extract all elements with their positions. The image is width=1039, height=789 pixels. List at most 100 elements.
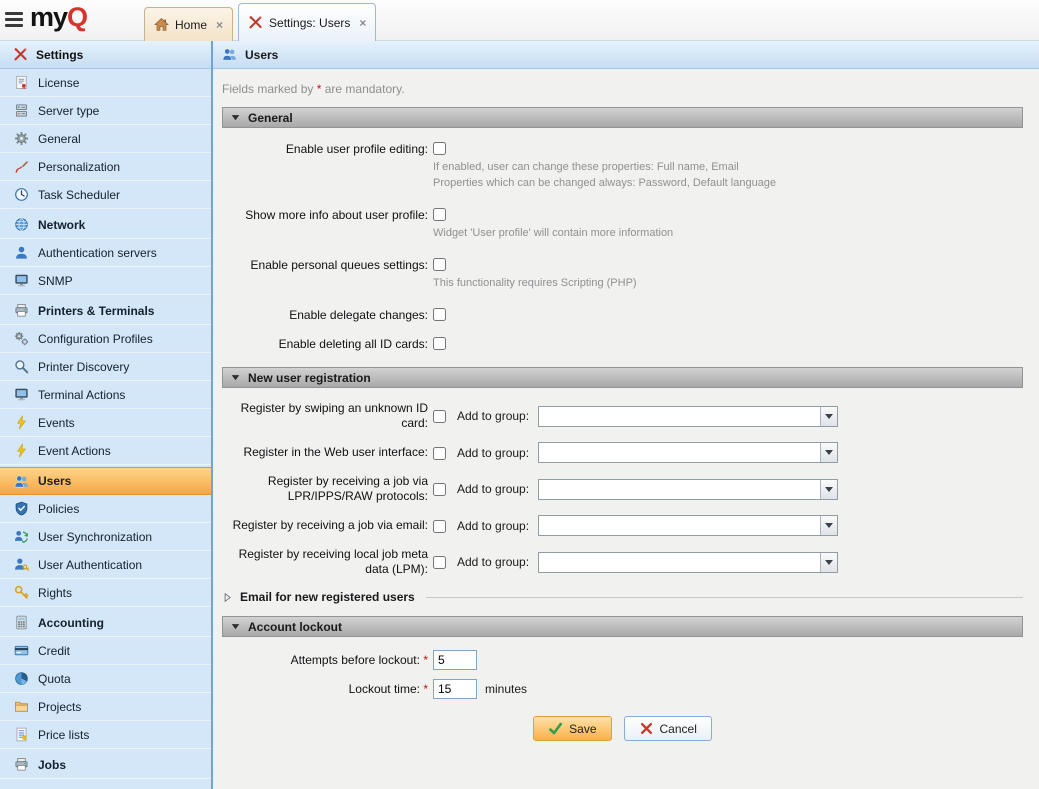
tools-icon — [13, 47, 28, 62]
show-more-info-checkbox[interactable] — [433, 208, 446, 221]
mandatory-note: Fields marked by * are mandatory. — [222, 82, 1023, 96]
register-lpm-group-dropdown[interactable] — [538, 552, 838, 573]
section-header-email-for-new-registered-users[interactable]: Email for new registered users — [222, 590, 1023, 604]
sidebar-item-credit[interactable]: Credit — [0, 637, 211, 665]
form-row: Enable user profile editing: If enabled,… — [222, 141, 1023, 190]
sidebar-item-projects[interactable]: Projects — [0, 693, 211, 721]
chevron-down-icon[interactable] — [820, 443, 837, 462]
sidebar-item-jobs[interactable]: Jobs — [0, 751, 211, 779]
register-web-ui-checkbox[interactable] — [433, 447, 446, 460]
sidebar-item-task-scheduler[interactable]: Task Scheduler — [0, 181, 211, 209]
form-row: Register by swiping an unknown ID card: … — [222, 401, 1023, 431]
sidebar-item-user-synchronization[interactable]: User Synchronization — [0, 523, 211, 551]
sidebar-item-label: Jobs — [38, 758, 66, 772]
sidebar-item-configuration-profiles[interactable]: Configuration Profiles — [0, 325, 211, 353]
sidebar-item-quota[interactable]: Quota — [0, 665, 211, 693]
tab-bar: Home × Settings: Users × — [144, 0, 376, 41]
sidebar-item-server-type[interactable]: Server type — [0, 97, 211, 125]
folder-icon — [14, 699, 29, 714]
sidebar-item-general[interactable]: General — [0, 125, 211, 153]
sidebar-item-price-lists[interactable]: Price lists — [0, 721, 211, 749]
calculator-icon — [14, 615, 29, 630]
sidebar-item-authentication-servers[interactable]: Authentication servers — [0, 239, 211, 267]
section-title: New user registration — [248, 371, 371, 385]
gears-icon — [14, 331, 29, 346]
sidebar-item-printer-discovery[interactable]: Printer Discovery — [0, 353, 211, 381]
sidebar-item-accounting[interactable]: Accounting — [0, 609, 211, 637]
triangle-down-icon — [230, 112, 241, 123]
sidebar-item-printers-terminals[interactable]: Printers & Terminals — [0, 297, 211, 325]
printer-icon — [14, 303, 29, 318]
section-header-general[interactable]: General — [222, 107, 1023, 128]
lockout-time-input[interactable] — [433, 679, 477, 699]
field-label: Register in the Web user interface: — [222, 445, 428, 460]
action-buttons: Save Cancel — [222, 716, 1023, 741]
register-email-checkbox[interactable] — [433, 520, 446, 533]
register-lpr-checkbox[interactable] — [433, 483, 446, 496]
register-lpr-group-dropdown[interactable] — [538, 479, 838, 500]
person-icon — [14, 245, 29, 260]
pie-chart-icon — [14, 671, 29, 686]
add-to-group-label: Add to group: — [457, 555, 529, 569]
close-icon[interactable]: × — [359, 16, 366, 30]
sidebar-item-label: Events — [38, 416, 75, 430]
sidebar-item-network[interactable]: Network — [0, 211, 211, 239]
sidebar-item-event-actions[interactable]: Event Actions — [0, 437, 211, 465]
home-icon — [154, 17, 169, 32]
license-icon — [14, 75, 29, 90]
sidebar-item-users[interactable]: Users — [0, 467, 211, 495]
dropdown-value — [539, 443, 820, 462]
sidebar-item-label: Server type — [38, 104, 99, 118]
register-web-ui-group-dropdown[interactable] — [538, 442, 838, 463]
sidebar-item-personalization[interactable]: Personalization — [0, 153, 211, 181]
sidebar-header: Settings — [0, 41, 211, 69]
magnifier-icon — [14, 359, 29, 374]
cancel-button[interactable]: Cancel — [624, 716, 712, 741]
sidebar-item-label: Policies — [38, 502, 79, 516]
sidebar-item-label: SNMP — [38, 274, 73, 288]
sidebar-title: Settings — [36, 48, 83, 62]
tab-home[interactable]: Home × — [144, 7, 233, 41]
add-to-group-label: Add to group: — [457, 446, 529, 460]
register-id-card-checkbox[interactable] — [433, 410, 446, 423]
save-button[interactable]: Save — [533, 716, 611, 741]
page-title: Users — [245, 48, 278, 62]
tools-icon — [248, 15, 263, 30]
chevron-down-icon[interactable] — [820, 480, 837, 499]
field-label: Register by receiving local job meta dat… — [222, 547, 428, 577]
delegate-changes-checkbox[interactable] — [433, 308, 446, 321]
register-id-card-group-dropdown[interactable] — [538, 406, 838, 427]
people-icon — [222, 47, 237, 62]
add-to-group-label: Add to group: — [457, 519, 529, 533]
sidebar-item-events[interactable]: Events — [0, 409, 211, 437]
key-icon — [14, 585, 29, 600]
register-lpm-checkbox[interactable] — [433, 556, 446, 569]
tab-settings-users[interactable]: Settings: Users × — [238, 3, 376, 41]
sidebar-item-rights[interactable]: Rights — [0, 579, 211, 607]
chevron-down-icon[interactable] — [820, 407, 837, 426]
dropdown-value — [539, 480, 820, 499]
chevron-down-icon[interactable] — [820, 516, 837, 535]
close-icon[interactable]: × — [216, 18, 223, 32]
field-label: Show more info about user profile: — [222, 207, 428, 223]
sidebar-item-label: Rights — [38, 586, 72, 600]
section-header-account-lockout[interactable]: Account lockout — [222, 616, 1023, 637]
register-email-group-dropdown[interactable] — [538, 515, 838, 536]
enable-user-profile-editing-checkbox[interactable] — [433, 142, 446, 155]
sidebar-item-label: Users — [38, 474, 71, 488]
section-header-new-user-registration[interactable]: New user registration — [222, 367, 1023, 388]
myq-logo[interactable]: myQ — [30, 2, 87, 33]
sidebar-item-snmp[interactable]: SNMP — [0, 267, 211, 295]
sidebar-item-user-authentication[interactable]: User Authentication — [0, 551, 211, 579]
sidebar-item-policies[interactable]: Policies — [0, 495, 211, 523]
hamburger-menu-icon[interactable] — [5, 12, 25, 30]
chevron-down-icon[interactable] — [820, 553, 837, 572]
deleting-id-cards-checkbox[interactable] — [433, 337, 446, 350]
sidebar-item-terminal-actions[interactable]: Terminal Actions — [0, 381, 211, 409]
sidebar-item-label: Authentication servers — [38, 246, 157, 260]
personal-queues-checkbox[interactable] — [433, 258, 446, 271]
attempts-before-lockout-input[interactable] — [433, 650, 477, 670]
brush-icon — [14, 159, 29, 174]
sidebar-item-label: Personalization — [38, 160, 120, 174]
sidebar-item-license[interactable]: License — [0, 69, 211, 97]
